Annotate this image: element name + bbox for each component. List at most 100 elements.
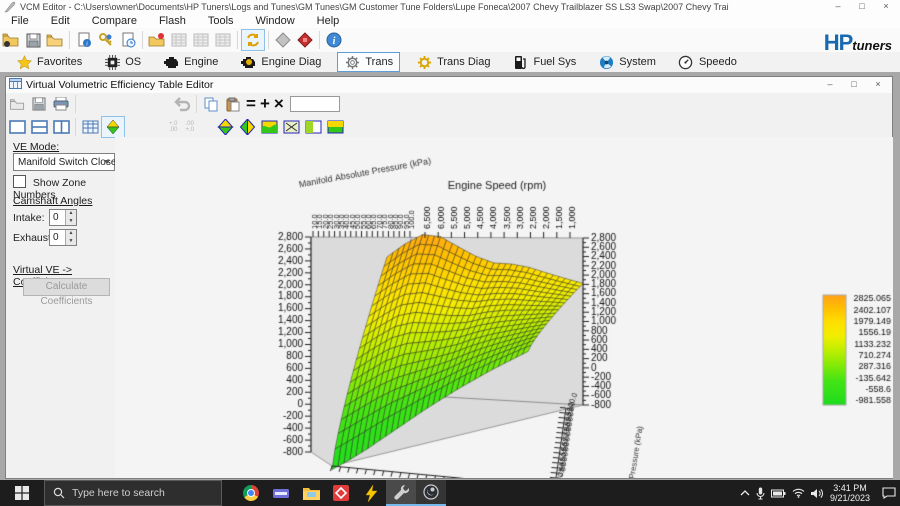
table-view-button-1[interactable] bbox=[168, 30, 190, 50]
start-button[interactable] bbox=[0, 480, 44, 506]
tab-os[interactable]: OS bbox=[98, 53, 147, 71]
open-file-button[interactable] bbox=[0, 30, 22, 50]
view-single-button[interactable] bbox=[6, 117, 28, 137]
ve-mode-select[interactable]: Manifold Switch Closed bbox=[13, 153, 115, 171]
copy-button[interactable] bbox=[200, 94, 222, 114]
read-vehicle-button[interactable] bbox=[272, 30, 294, 50]
taskbar-dash-button[interactable] bbox=[266, 480, 296, 506]
app-icon bbox=[4, 1, 16, 13]
down-arrow-icon[interactable]: ▼ bbox=[66, 218, 76, 226]
wifi-icon[interactable] bbox=[792, 488, 805, 498]
clock-time: 3:41 PM bbox=[830, 483, 870, 493]
menu-compare[interactable]: Compare bbox=[81, 15, 148, 27]
graph-grid-top-button[interactable] bbox=[324, 117, 346, 137]
multiply-button[interactable]: × bbox=[274, 95, 284, 113]
menu-file[interactable]: File bbox=[0, 15, 40, 27]
save-file-button[interactable] bbox=[22, 30, 44, 50]
intake-stepper[interactable]: 0 ▲▼ bbox=[49, 209, 77, 226]
taskbar-search-input[interactable]: Type here to search bbox=[44, 480, 222, 506]
compare-button[interactable] bbox=[241, 29, 265, 51]
engine-icon bbox=[163, 54, 179, 70]
menu-flash[interactable]: Flash bbox=[148, 15, 197, 27]
down-arrow-icon[interactable]: ▼ bbox=[66, 238, 76, 246]
graph-grid-half-button[interactable] bbox=[302, 117, 324, 137]
intake-value: 0 bbox=[53, 212, 59, 223]
graph-grid-x-button[interactable] bbox=[280, 117, 302, 137]
maximize-button[interactable]: □ bbox=[850, 0, 874, 13]
tab-label: Fuel Sys bbox=[533, 56, 576, 68]
microphone-icon[interactable] bbox=[756, 487, 765, 500]
file-history-button[interactable] bbox=[117, 30, 139, 50]
tab-label: Speedo bbox=[699, 56, 737, 68]
graph-surface-split-button[interactable] bbox=[236, 117, 258, 137]
up-arrow-icon[interactable]: ▲ bbox=[66, 210, 76, 218]
tab-fuel-sys[interactable]: Fuel Sys bbox=[506, 53, 582, 71]
tab-trans-diag[interactable]: Trans Diag bbox=[410, 53, 496, 71]
taskbar-hptuners-button[interactable] bbox=[386, 480, 416, 506]
license-key-button[interactable] bbox=[95, 30, 117, 50]
taskbar-obs-button[interactable] bbox=[416, 480, 446, 506]
taskbar-chrome-button[interactable] bbox=[236, 480, 266, 506]
menu-edit[interactable]: Edit bbox=[40, 15, 81, 27]
increase-decimals-button[interactable]: .00 +.0 bbox=[186, 121, 195, 133]
tab-label: Trans Diag bbox=[437, 56, 490, 68]
write-vehicle-button[interactable] bbox=[294, 30, 316, 50]
vehicle-info-button[interactable]: i bbox=[73, 30, 95, 50]
action-center-icon[interactable] bbox=[882, 487, 896, 499]
menu-tools[interactable]: Tools bbox=[197, 15, 245, 27]
graph-contour-button[interactable] bbox=[258, 117, 280, 137]
exhaust-stepper[interactable]: 0 ▲▼ bbox=[49, 229, 77, 246]
battery-icon[interactable] bbox=[771, 489, 786, 498]
editor-save-button[interactable] bbox=[28, 94, 50, 114]
view-split-vertical-button[interactable] bbox=[50, 117, 72, 137]
paste-button[interactable] bbox=[222, 94, 244, 114]
camshaft-angles-label: Camshaft Angles bbox=[13, 195, 92, 207]
editor-minimize-button[interactable]: – bbox=[818, 78, 842, 91]
info-button[interactable]: i bbox=[323, 30, 345, 50]
show-zones-checkbox[interactable] bbox=[13, 175, 26, 188]
table-view-button-2[interactable] bbox=[190, 30, 212, 50]
editor-open-button[interactable] bbox=[6, 94, 28, 114]
print-button[interactable] bbox=[50, 94, 72, 114]
menu-help[interactable]: Help bbox=[306, 15, 351, 27]
tab-favorites[interactable]: Favorites bbox=[10, 53, 88, 71]
tab-engine-diag[interactable]: Engine Diag bbox=[234, 53, 327, 71]
minimize-button[interactable]: – bbox=[826, 0, 850, 13]
chevron-down-icon bbox=[104, 160, 110, 164]
folder-icon bbox=[303, 486, 320, 500]
view-3d-graph-button[interactable] bbox=[101, 116, 125, 138]
math-value-input[interactable] bbox=[290, 96, 340, 112]
menu-window[interactable]: Window bbox=[245, 15, 306, 27]
new-folder-button[interactable] bbox=[146, 30, 168, 50]
up-arrow-icon[interactable]: ▲ bbox=[66, 230, 76, 238]
menu-bar: File Edit Compare Flash Tools Window Hel… bbox=[0, 14, 900, 28]
svg-text:i: i bbox=[333, 36, 336, 47]
tab-speedo[interactable]: Speedo bbox=[672, 53, 743, 71]
wrench-icon bbox=[393, 484, 409, 500]
tab-trans[interactable]: Trans bbox=[337, 52, 400, 72]
stepper-arrows[interactable]: ▲▼ bbox=[65, 210, 76, 225]
add-button[interactable]: + bbox=[260, 95, 270, 113]
view-split-horizontal-button[interactable] bbox=[28, 117, 50, 137]
close-button[interactable]: × bbox=[874, 0, 898, 13]
editor-maximize-button[interactable]: □ bbox=[842, 78, 866, 91]
editor-close-button[interactable]: × bbox=[866, 78, 890, 91]
taskbar-explorer-button[interactable] bbox=[296, 480, 326, 506]
graph-surface-button[interactable] bbox=[214, 117, 236, 137]
undo-button[interactable] bbox=[171, 94, 193, 114]
ve-surface-chart[interactable] bbox=[115, 137, 893, 478]
table-view-button-3[interactable] bbox=[212, 30, 234, 50]
logo-hp: HP bbox=[824, 30, 853, 56]
decrease-decimals-button[interactable]: +.0 .00 bbox=[169, 121, 178, 133]
taskbar-remote-button[interactable] bbox=[326, 480, 356, 506]
tray-chevron-up-icon[interactable] bbox=[740, 489, 750, 497]
tab-system[interactable]: System bbox=[592, 53, 662, 71]
tab-engine[interactable]: Engine bbox=[157, 53, 224, 71]
set-equal-button[interactable]: = bbox=[246, 95, 256, 113]
taskbar-clock[interactable]: 3:41 PM 9/21/2023 bbox=[830, 483, 870, 503]
speaker-icon[interactable] bbox=[811, 488, 824, 499]
stepper-arrows[interactable]: ▲▼ bbox=[65, 230, 76, 245]
close-file-button[interactable] bbox=[44, 30, 66, 50]
view-table-button[interactable] bbox=[79, 117, 101, 137]
taskbar-bolt-button[interactable] bbox=[356, 480, 386, 506]
